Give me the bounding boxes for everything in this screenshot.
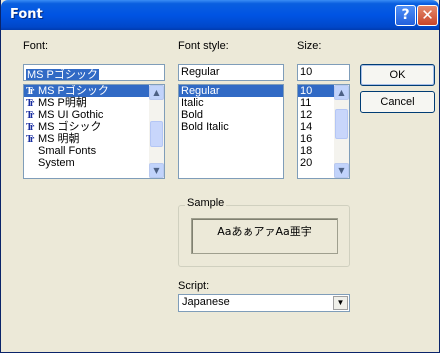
chevron-down-icon: ▼ [336, 298, 345, 307]
font-list-item[interactable]: System [24, 157, 149, 169]
size-label: Size: [297, 40, 322, 52]
scroll-down-button[interactable]: ▼ [334, 163, 349, 178]
style-list-item-label: Bold [181, 109, 204, 121]
size-value: 10 [300, 66, 313, 78]
font-label: Font: [23, 40, 49, 52]
style-list-item-label: Regular [181, 85, 220, 97]
font-list-item[interactable]: Small Fonts [24, 145, 149, 157]
font-list-item-label: MS ゴシック [38, 121, 102, 133]
chevron-down-icon: ▼ [153, 166, 160, 175]
script-label: Script: [178, 280, 210, 292]
sample-text: AaあぁアァAa亜宇 [217, 225, 312, 238]
window-title: Font [10, 7, 43, 22]
font-list-item[interactable]: Tr MS P明朝 [24, 97, 149, 109]
cancel-button[interactable]: Cancel [360, 91, 435, 113]
font-name-field[interactable]: MS Pゴシック [23, 64, 165, 81]
size-list-item-label: 12 [300, 109, 313, 121]
title-bar[interactable]: Font ? ✕ [1, 0, 439, 30]
font-list-item[interactable]: Tr MS Pゴシック [24, 85, 149, 97]
style-list-item-label: Bold Italic [181, 121, 229, 133]
font-style-value: Regular [181, 66, 220, 78]
size-list-item[interactable]: 18 [298, 145, 334, 157]
font-list-item-label: MS P明朝 [38, 97, 87, 109]
font-list-item-label: System [38, 157, 75, 169]
scroll-down-button[interactable]: ▼ [149, 163, 164, 178]
scroll-up-button[interactable]: ▲ [334, 85, 349, 100]
size-list-item-label: 18 [300, 145, 313, 157]
style-list-item[interactable]: Bold [179, 109, 283, 121]
help-icon: ? [401, 7, 410, 23]
size-list-item-label: 11 [300, 97, 312, 109]
font-list-scrollbar[interactable]: ▲ ▼ [149, 85, 164, 178]
size-list-item-label: 16 [300, 133, 313, 145]
font-list-item-label: MS 明朝 [38, 133, 80, 145]
font-style-label: Font style: [178, 40, 229, 52]
script-dropdown-button[interactable]: ▼ [333, 296, 348, 310]
style-list-item-label: Italic [181, 97, 204, 109]
style-list-item[interactable]: Regular [179, 85, 283, 97]
size-list[interactable]: 10 11 12 14 16 18 20 ▲ ▼ [297, 84, 350, 179]
font-style-field[interactable]: Regular [178, 64, 284, 81]
size-list-item-label: 10 [300, 85, 313, 97]
chevron-up-icon: ▲ [338, 88, 345, 97]
font-list-item-label: Small Fonts [38, 145, 97, 157]
font-list[interactable]: Tr MS Pゴシック Tr MS P明朝 Tr MS UI Gothic Tr MS ゴシッ… [23, 84, 165, 179]
close-button[interactable]: ✕ [417, 5, 438, 26]
scroll-thumb[interactable] [335, 109, 348, 139]
font-list-item[interactable]: Tr MS UI Gothic [24, 109, 149, 121]
sample-label: Sample [185, 197, 227, 209]
size-list-item[interactable]: 20 [298, 157, 334, 169]
chevron-up-icon: ▲ [153, 88, 160, 97]
font-list-item-label: MS Pゴシック [38, 85, 109, 97]
sample-preview: AaあぁアァAa亜宇 [191, 218, 338, 254]
font-list-item[interactable]: Tr MS ゴシック [24, 121, 149, 133]
size-list-item-label: 20 [300, 157, 313, 169]
font-name-value: MS Pゴシック [26, 69, 99, 81]
size-list-item[interactable]: 14 [298, 121, 334, 133]
scroll-thumb[interactable] [150, 121, 163, 147]
size-list-item[interactable]: 12 [298, 109, 334, 121]
size-list-item[interactable]: 11 [298, 97, 334, 109]
scroll-up-button[interactable]: ▲ [149, 85, 164, 100]
font-dialog: Font ? ✕ Font: MS Pゴシック Tr MS Pゴシック Tr MS P… [0, 0, 440, 353]
help-button[interactable]: ? [395, 5, 416, 26]
font-style-list[interactable]: Regular Italic Bold Bold Italic [178, 84, 284, 179]
size-list-scrollbar[interactable]: ▲ ▼ [334, 85, 349, 178]
script-value: Japanese [182, 296, 230, 308]
ok-button[interactable]: OK [360, 64, 435, 86]
size-list-item[interactable]: 10 [298, 85, 334, 97]
chevron-down-icon: ▼ [338, 166, 345, 175]
script-select[interactable]: Japanese ▼ [178, 294, 350, 312]
style-list-item[interactable]: Bold Italic [179, 121, 283, 133]
size-list-item-label: 14 [300, 121, 313, 133]
font-list-item[interactable]: Tr MS 明朝 [24, 133, 149, 145]
font-list-item-label: MS UI Gothic [38, 109, 104, 121]
style-list-item[interactable]: Italic [179, 97, 283, 109]
size-list-item[interactable]: 16 [298, 133, 334, 145]
size-field[interactable]: 10 [297, 64, 350, 81]
close-icon: ✕ [421, 6, 434, 24]
